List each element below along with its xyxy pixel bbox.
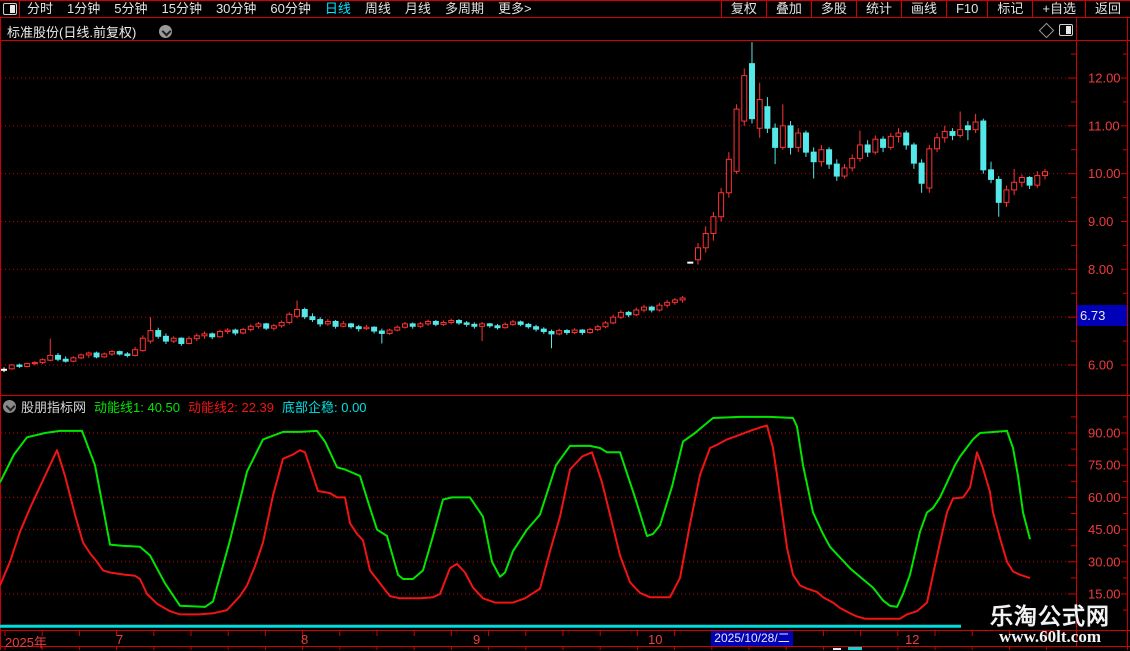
- page-title: 标准股份(日线.前复权): [7, 25, 137, 40]
- price-axis-label: 9.00: [1088, 214, 1113, 229]
- menu-item-period-10[interactable]: 更多>: [491, 1, 539, 17]
- divider: [1076, 18, 1077, 40]
- price-axis-label: 8.00: [1088, 262, 1113, 277]
- date-axis: 2025年 7 8 9 10 12: [0, 631, 1130, 650]
- indicator-axis-label: 60.00: [1088, 490, 1121, 505]
- indicator-axis-label: 90.00: [1088, 426, 1121, 441]
- price-axis-label: 11.00: [1088, 118, 1120, 133]
- indicator-value-1: 动能线1: 40.50: [94, 399, 181, 415]
- stock-app-window: { "menubar": { "left_items": [ {"text": …: [0, 0, 1130, 650]
- menu-item-period-8[interactable]: 月线: [398, 1, 438, 17]
- menu-item-tool-8[interactable]: 返回: [1084, 1, 1130, 17]
- indicator-axis-label: 15.00: [1088, 587, 1121, 602]
- menu-item-tool-3[interactable]: 统计: [855, 1, 901, 17]
- x-axis-label-3: 9: [473, 632, 481, 647]
- watermark-site-url: www.60lt.com: [999, 627, 1101, 646]
- indicator-axis-label: 30.00: [1088, 554, 1121, 569]
- menu-item-period-3[interactable]: 15分钟: [154, 1, 208, 17]
- menu-item-tool-7[interactable]: +自选: [1032, 1, 1085, 17]
- menu-item-period-5[interactable]: 60分钟: [263, 1, 317, 17]
- watermark-site-name: 乐淘公式网: [990, 603, 1110, 629]
- cursor-price-badge: 6.73: [1077, 305, 1127, 326]
- tools-menu: 复权 叠加 多股 统计 画线 F10 标记 +自选 返回: [720, 1, 1130, 17]
- x-axis-label-1: 7: [116, 632, 124, 647]
- panel-layout-button[interactable]: [0, 1, 20, 17]
- menu-item-tool-2[interactable]: 多股: [810, 1, 856, 17]
- menu-item-period-7[interactable]: 周线: [358, 1, 398, 17]
- menu-item-period-4[interactable]: 30分钟: [209, 1, 263, 17]
- menu-item-tool-6[interactable]: 标记: [987, 1, 1032, 17]
- indicator-value-2: 动能线2: 22.39: [188, 399, 275, 415]
- price-axis-label: 10.00: [1088, 166, 1121, 181]
- title-bar: 标准股份(日线.前复权): [1, 18, 1127, 40]
- menu-item-period-0[interactable]: 分时: [20, 1, 60, 17]
- period-menu: 分时 1分钟 5分钟 15分钟 30分钟 60分钟 日线 周线 月线 多周期 更多>: [20, 1, 539, 17]
- menu-item-tool-0[interactable]: 复权: [720, 1, 766, 17]
- chevron-down-icon[interactable]: [159, 25, 172, 38]
- price-axis-label: 6.00: [1088, 357, 1113, 372]
- price-axis-label: 12.00: [1088, 71, 1121, 86]
- split-window-icon[interactable]: [1059, 24, 1073, 36]
- watermark: 乐淘公式网 www.60lt.com: [985, 604, 1115, 646]
- indicator-axis-label: 75.00: [1088, 458, 1121, 473]
- chart-canvas[interactable]: 12.0011.0010.009.008.007.006.0090.0075.0…: [0, 0, 1130, 650]
- menu-item-period-9[interactable]: 多周期: [438, 1, 491, 17]
- menu-item-period-1[interactable]: 1分钟: [60, 1, 107, 17]
- x-axis-label-5: 12: [905, 632, 920, 647]
- indicator-value-3: 底部企稳: 0.00: [282, 399, 367, 415]
- indicator-line: [0, 415, 1031, 608]
- diamond-icon[interactable]: [1038, 22, 1055, 39]
- x-axis-label-4: 10: [648, 632, 663, 647]
- menu-item-tool-1[interactable]: 叠加: [765, 1, 811, 17]
- cursor-date-badge: 2025/10/28/二: [711, 631, 793, 646]
- split-window-icon: [2, 3, 17, 15]
- menu-item-tool-4[interactable]: 画线: [900, 1, 946, 17]
- chevron-down-icon[interactable]: [3, 399, 16, 413]
- indicator-source-label: 股朋指标网: [21, 399, 87, 415]
- x-axis-label-2: 8: [301, 632, 309, 647]
- x-axis-label-0: 2025年: [5, 635, 47, 650]
- indicator-axis-label: 45.00: [1088, 522, 1121, 537]
- menu-item-period-2[interactable]: 5分钟: [107, 1, 154, 17]
- indicator-header: 股朋指标网 动能线1: 40.50 动能线2: 22.39 底部企稳: 0.00: [3, 398, 367, 415]
- menu-item-tool-5[interactable]: F10: [945, 1, 987, 17]
- top-menubar: 分时 1分钟 5分钟 15分钟 30分钟 60分钟 日线 周线 月线 多周期 更多> 复权 叠加 多股统…: [0, 0, 1130, 18]
- menu-item-period-6[interactable]: 日线: [318, 1, 358, 17]
